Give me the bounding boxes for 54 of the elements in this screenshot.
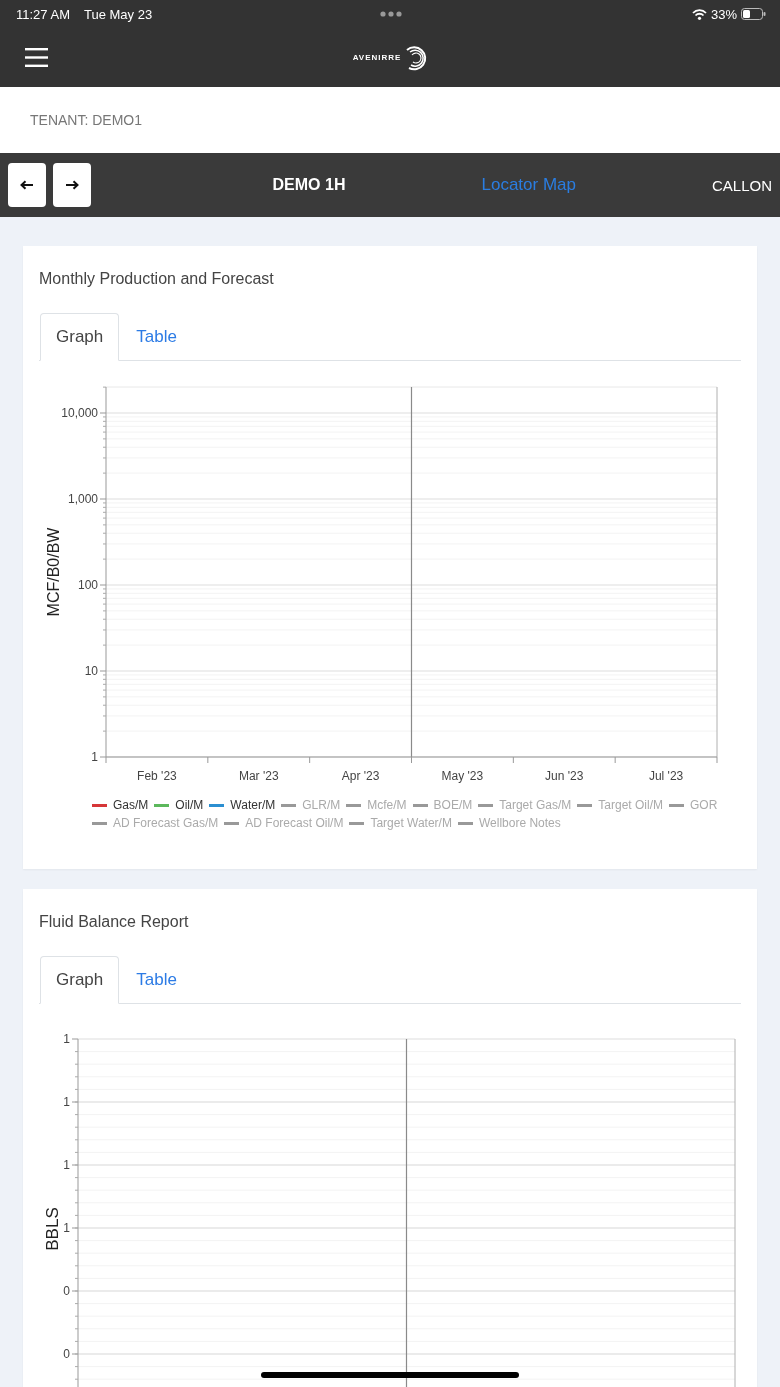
axis-tick-label: 100: [77, 578, 98, 592]
legend-item[interactable]: Gas/M: [92, 796, 149, 814]
status-time: 11:27 AM: [16, 6, 70, 22]
axis-tick-label: 1: [63, 1221, 70, 1235]
axis-title: BBLS: [43, 1207, 62, 1251]
operator-name: CALLON: [711, 176, 772, 194]
axis-tick-label: Feb '23: [137, 769, 177, 783]
locator-map-link[interactable]: Locator Map: [481, 175, 576, 195]
axis-tick-label: 1: [63, 1032, 70, 1046]
legend-item[interactable]: Water/M: [209, 796, 276, 814]
axis-tick-label: Jun '23: [545, 769, 584, 783]
menu-icon[interactable]: [25, 48, 48, 67]
forward-button[interactable]: [53, 163, 91, 207]
axis-tick-label: Jul '23: [648, 769, 684, 783]
battery-icon: [741, 8, 766, 20]
axis-tick-label: 1: [63, 1158, 70, 1172]
axis-tick-label: Mar '23: [238, 769, 279, 783]
axis-tick-label: May '23: [441, 769, 484, 783]
multitask-dots-icon[interactable]: [380, 11, 402, 17]
legend-item[interactable]: AD Forecast Oil/M: [224, 814, 344, 832]
wifi-icon: [691, 8, 707, 20]
axis-tick-label: 10,000: [61, 406, 98, 420]
legend-item[interactable]: Wellbore Notes: [457, 814, 561, 832]
legend-item[interactable]: Mcfe/M: [346, 796, 407, 814]
axis-tick-label: Apr '23: [341, 769, 380, 783]
tab[interactable]: Graph: [40, 313, 120, 361]
legend-item[interactable]: GOR: [669, 796, 718, 814]
status-date: Tue May 23: [83, 6, 153, 22]
axis-tick-label: 0: [63, 1347, 70, 1361]
legend-item[interactable]: GLR/M: [281, 796, 341, 814]
well-name: DEMO 1H: [272, 176, 346, 194]
card-title: Monthly Production and Forecast: [39, 269, 275, 289]
legend-item[interactable]: BOE/M: [412, 796, 473, 814]
back-button[interactable]: [8, 163, 46, 207]
axis-tick-label: 1: [91, 750, 98, 764]
tab[interactable]: Graph: [40, 956, 120, 1004]
legend-item[interactable]: Target Water/M: [349, 814, 452, 832]
logo-text: AVENIRRE: [352, 53, 402, 62]
axis-tick-label: 1,000: [67, 492, 98, 506]
arrow-left-icon: [20, 180, 34, 190]
axis-title: MCF/B0/BW: [45, 527, 62, 617]
legend-item[interactable]: Oil/M: [154, 796, 204, 814]
legend-item[interactable]: Target Gas/M: [478, 796, 572, 814]
axis-tick-label: 10: [84, 664, 98, 678]
tab[interactable]: Table: [120, 313, 193, 361]
axis-tick-label: 1: [63, 1095, 70, 1109]
legend-item[interactable]: AD Forecast Gas/M: [92, 814, 219, 832]
legend-item[interactable]: Target Oil/M: [577, 796, 663, 814]
axis-tick-label: 0: [63, 1284, 70, 1298]
battery-percent: 33%: [710, 6, 737, 22]
arrow-right-icon: [65, 180, 79, 190]
card-title: Fluid Balance Report: [39, 912, 190, 932]
tab[interactable]: Table: [120, 956, 193, 1004]
tenant-label: TENANT: DEMO1: [30, 112, 142, 128]
